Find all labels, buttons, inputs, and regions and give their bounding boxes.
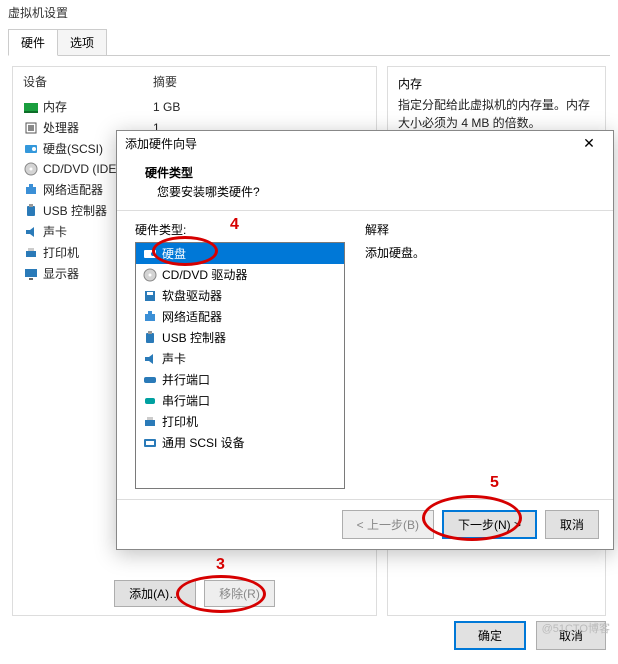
- floppy-icon: [142, 288, 158, 304]
- wizard-body: 硬件类型: 硬盘 CD/DVD 驱动器 软盘驱动器 网络适配器: [117, 211, 613, 499]
- hw-item-floppy[interactable]: 软盘驱动器: [136, 285, 344, 306]
- hw-item-parallel[interactable]: 并行端口: [136, 369, 344, 390]
- device-buttons: 添加(A)… 移除(R): [13, 572, 376, 607]
- hw-item-label: 软盘驱动器: [162, 287, 222, 304]
- wizard-titlebar: 添加硬件向导 ✕: [117, 131, 613, 156]
- close-icon[interactable]: ✕: [573, 135, 605, 152]
- cd-icon: [142, 267, 158, 283]
- remove-button: 移除(R): [204, 580, 275, 607]
- hardware-type-container: 硬件类型: 硬盘 CD/DVD 驱动器 软盘驱动器 网络适配器: [135, 221, 345, 489]
- watermark: @51CTO博客: [542, 620, 610, 636]
- device-row-memory[interactable]: 内存 1 GB: [13, 96, 376, 117]
- usb-icon: [23, 203, 39, 219]
- hw-item-serial[interactable]: 串行端口: [136, 390, 344, 411]
- net-icon: [23, 182, 39, 198]
- ok-button[interactable]: 确定: [454, 621, 526, 650]
- hw-item-label: CD/DVD 驱动器: [162, 266, 247, 283]
- cpu-icon: [23, 120, 39, 136]
- printer-icon: [142, 414, 158, 430]
- explanation-text: 添加硬盘。: [365, 244, 595, 261]
- explanation-label: 解释: [365, 221, 595, 238]
- add-hardware-wizard: 添加硬件向导 ✕ 硬件类型 您要安装哪类硬件? 硬件类型: 硬盘 CD/DVD …: [116, 130, 614, 550]
- cd-icon: [23, 161, 39, 177]
- header-summary: 摘要: [153, 73, 366, 90]
- scsi-icon: [142, 435, 158, 451]
- hw-item-label: 硬盘: [162, 245, 186, 262]
- wizard-subheading: 您要安装哪类硬件?: [157, 183, 593, 200]
- serial-icon: [142, 393, 158, 409]
- disk-icon: [142, 246, 158, 262]
- memory-icon: [23, 99, 39, 115]
- hw-item-net[interactable]: 网络适配器: [136, 306, 344, 327]
- tab-options[interactable]: 选项: [57, 29, 107, 55]
- hw-item-label: 打印机: [162, 413, 198, 430]
- window-title: 虚拟机设置: [0, 0, 618, 25]
- tab-hardware[interactable]: 硬件: [8, 29, 58, 56]
- hw-item-usb[interactable]: USB 控制器: [136, 327, 344, 348]
- hw-item-cd[interactable]: CD/DVD 驱动器: [136, 264, 344, 285]
- hw-item-scsi[interactable]: 通用 SCSI 设备: [136, 432, 344, 453]
- hardware-type-label: 硬件类型:: [135, 221, 345, 238]
- hw-item-disk[interactable]: 硬盘: [136, 243, 344, 264]
- next-button[interactable]: 下一步(N) >: [442, 510, 537, 539]
- disk-icon: [23, 141, 39, 157]
- parallel-icon: [142, 372, 158, 388]
- device-name: 内存: [43, 98, 153, 115]
- device-header: 设备 摘要: [13, 67, 376, 96]
- printer-icon: [23, 245, 39, 261]
- tabs: 硬件 选项: [8, 29, 610, 56]
- wizard-header: 硬件类型 您要安装哪类硬件?: [117, 156, 613, 211]
- net-icon: [142, 309, 158, 325]
- wizard-footer: < 上一步(B) 下一步(N) > 取消: [117, 499, 613, 549]
- hw-item-printer[interactable]: 打印机: [136, 411, 344, 432]
- wizard-cancel-button[interactable]: 取消: [545, 510, 599, 539]
- device-summary: 1 GB: [153, 100, 366, 114]
- memory-header: 内存: [398, 75, 595, 92]
- back-button: < 上一步(B): [342, 510, 434, 539]
- hw-item-label: 串行端口: [162, 392, 210, 409]
- hw-item-label: 并行端口: [162, 371, 210, 388]
- hw-item-label: USB 控制器: [162, 329, 226, 346]
- hw-item-label: 网络适配器: [162, 308, 222, 325]
- hardware-type-list[interactable]: 硬盘 CD/DVD 驱动器 软盘驱动器 网络适配器 USB 控制器: [135, 242, 345, 489]
- display-icon: [23, 266, 39, 282]
- wizard-heading: 硬件类型: [145, 164, 593, 181]
- wizard-title: 添加硬件向导: [125, 135, 573, 152]
- sound-icon: [142, 351, 158, 367]
- hw-item-sound[interactable]: 声卡: [136, 348, 344, 369]
- explanation-panel: 解释 添加硬盘。: [365, 221, 595, 489]
- hw-item-label: 通用 SCSI 设备: [162, 434, 245, 451]
- memory-description: 指定分配给此虚拟机的内存量。内存大小必须为 4 MB 的倍数。: [398, 96, 595, 132]
- hw-item-label: 声卡: [162, 350, 186, 367]
- header-device: 设备: [23, 73, 153, 90]
- sound-icon: [23, 224, 39, 240]
- usb-icon: [142, 330, 158, 346]
- add-button[interactable]: 添加(A)…: [114, 580, 196, 607]
